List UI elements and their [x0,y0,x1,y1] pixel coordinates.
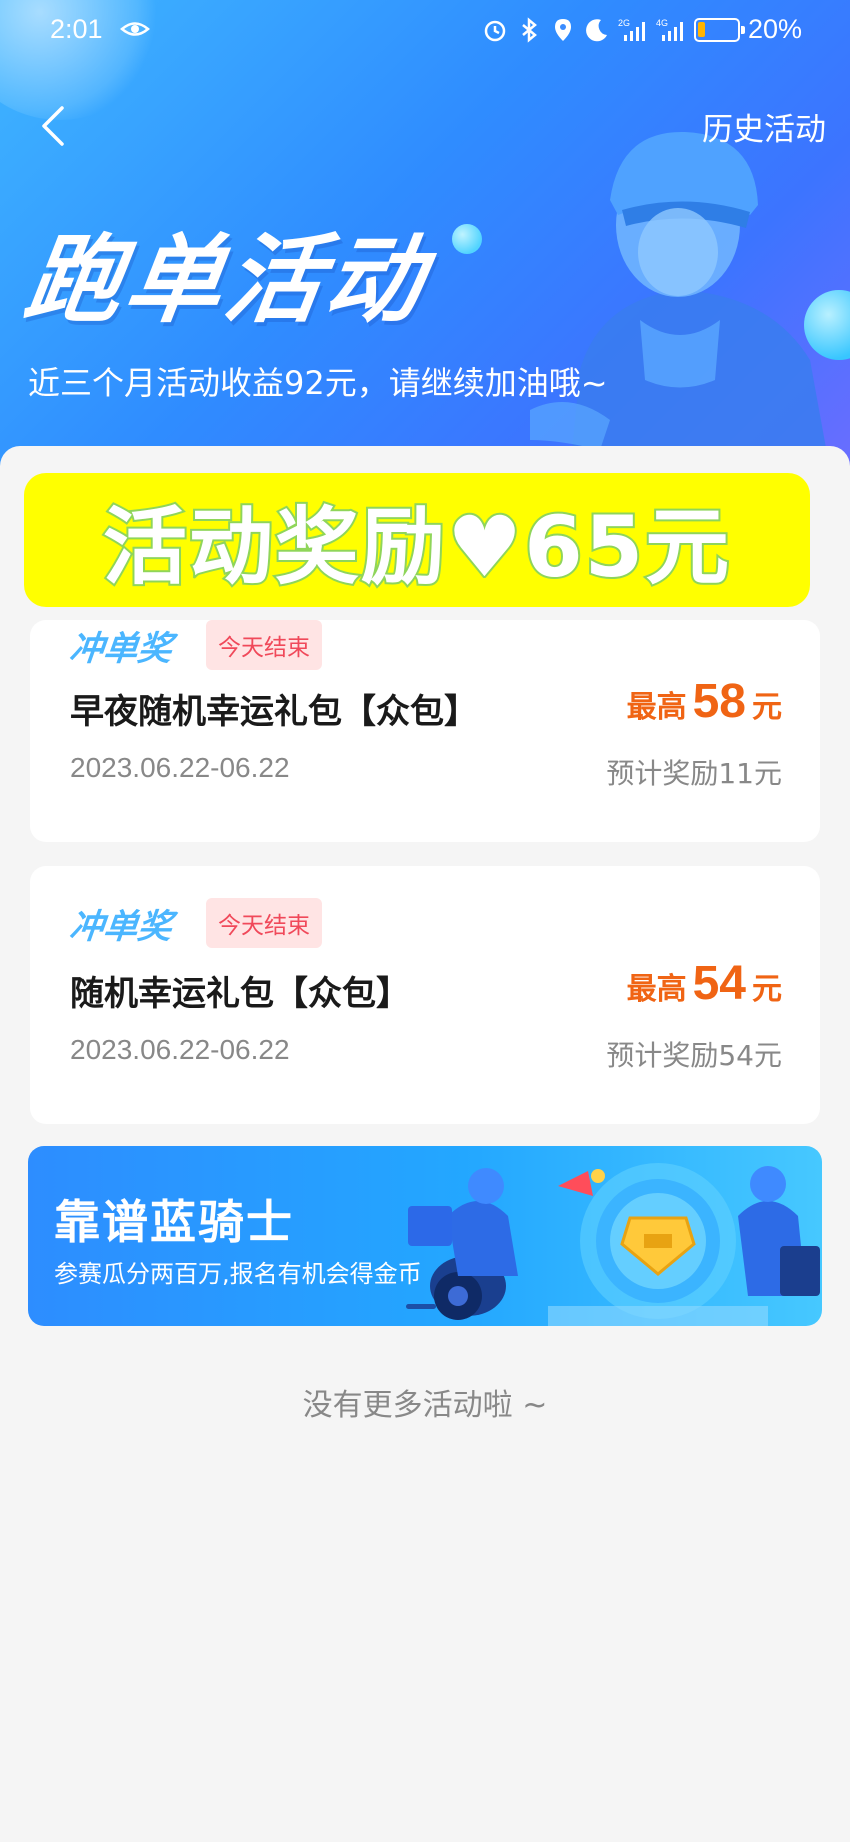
bluetooth-icon [522,16,537,43]
end-of-list-message: 没有更多活动啦 ~ [302,1388,548,1423]
decor-bubble [452,224,482,254]
reward-type-label: 冲单奖 [67,628,174,669]
reward-card[interactable]: 冲单奖 今天结束 随机幸运礼包【众包】 2023.06.22-06.22 最高 … [30,866,820,1124]
max-reward-prefix: 最高 [626,972,687,1007]
estimated-reward: 预计奖励54元 [606,1039,782,1072]
reward-highlight-text: 活动奖励♥65元 [101,496,732,598]
max-reward: 最高 54 元 [627,956,782,1011]
max-reward-unit: 元 [752,690,782,725]
network-label-4g: 4G [656,18,668,28]
reward-highlight-banner: 活动奖励♥65元 [24,473,810,607]
moon-icon [586,18,607,41]
earnings-summary: 近三个月活动收益92元，请继续加油哦~ [28,364,608,402]
promo-subtitle: 参赛瓜分两百万,报名有机会得金币 [54,1260,422,1288]
rider-illustration [530,131,830,470]
signal-2g-icon: 2G [618,18,645,41]
reward-date-range: 2023.06.22-06.22 [70,1034,290,1065]
card-tags: 冲单奖 今天结束 [67,898,322,948]
reward-card[interactable]: 冲单奖 今天结束 早夜随机幸运礼包【众包】 2023.06.22-06.22 最… [30,620,820,842]
ends-today-badge: 今天结束 [206,898,322,948]
promo-illustration [408,1163,820,1326]
battery-percent: 20% [747,14,802,44]
page-title: 跑单活动 [18,224,434,336]
hero-header: 2:01 2G 4G 20% 历史活动 跑单活动 近三个月活动收益92元，请继续… [0,0,850,470]
estimated-reward: 预计奖励11元 [606,757,782,790]
reward-date-range: 2023.06.22-06.22 [70,752,290,783]
status-bar: 2:01 2G 4G 20% [0,0,850,60]
promo-title: 靠谱蓝骑士 [54,1195,294,1249]
reward-title: 随机幸运礼包【众包】 [70,974,410,1014]
max-reward-prefix: 最高 [626,690,687,725]
max-reward-amount: 58 [692,675,746,728]
carousel-indicator [406,1304,436,1309]
battery-level [697,21,705,37]
promo-banner[interactable]: 靠谱蓝骑士 参赛瓜分两百万,报名有机会得金币 [28,1146,822,1326]
card-tags: 冲单奖 今天结束 [67,620,322,670]
page: 2:01 2G 4G 20% 历史活动 跑单活动 近三个月活动收益92元，请继续… [0,0,850,1842]
max-reward: 最高 58 元 [627,674,782,729]
reward-type-label: 冲单奖 [67,906,174,947]
max-reward-amount: 54 [692,957,746,1010]
eye-icon [120,22,150,36]
location-icon [554,18,571,41]
status-time: 2:01 [50,14,103,44]
signal-4g-icon: 4G [656,18,683,41]
reward-title: 早夜随机幸运礼包【众包】 [70,692,478,732]
alarm-icon [484,20,506,41]
network-label-2g: 2G [618,18,630,28]
max-reward-unit: 元 [752,972,782,1007]
battery-icon [693,17,745,42]
ends-today-badge: 今天结束 [206,620,322,670]
history-activities-link[interactable]: 历史活动 [702,104,826,149]
status-icons: 2G 4G 20% [482,14,802,45]
chevron-left-icon[interactable] [36,104,72,148]
